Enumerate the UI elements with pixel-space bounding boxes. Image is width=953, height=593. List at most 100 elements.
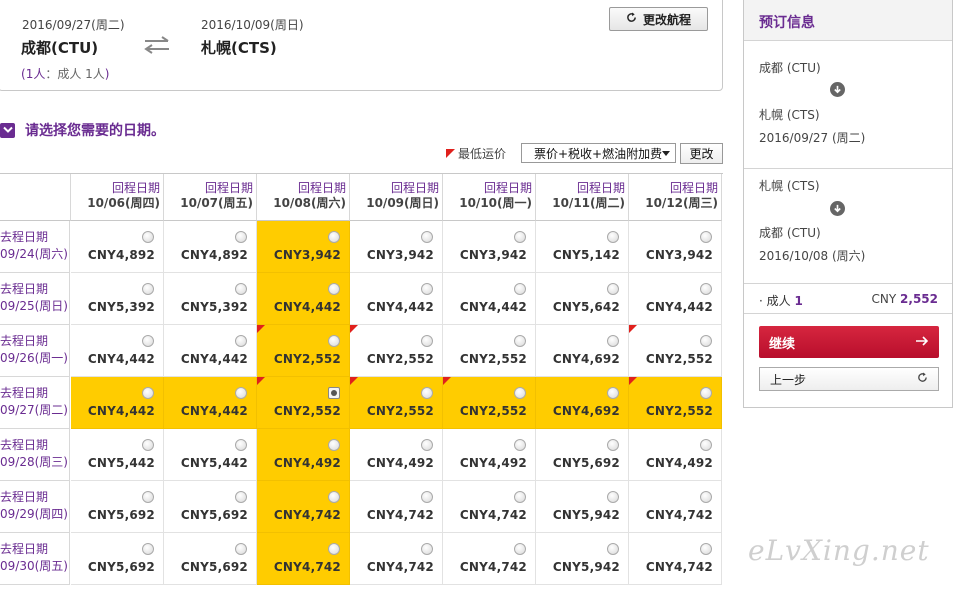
- fare-radio-button[interactable]: [142, 335, 154, 347]
- fare-cell[interactable]: CNY2,552: [350, 325, 443, 377]
- fare-radio-button[interactable]: [700, 543, 712, 555]
- fare-radio-button[interactable]: [421, 491, 433, 503]
- fare-radio-button[interactable]: [235, 283, 247, 295]
- fare-radio-button[interactable]: [607, 543, 619, 555]
- fare-cell[interactable]: CNY4,892: [71, 221, 164, 273]
- fare-radio-button[interactable]: [700, 283, 712, 295]
- fare-radio-button[interactable]: [700, 335, 712, 347]
- fare-radio-button[interactable]: [235, 231, 247, 243]
- fare-radio-button[interactable]: [700, 231, 712, 243]
- fare-cell[interactable]: CNY5,942: [536, 481, 629, 533]
- fare-radio-button[interactable]: [421, 439, 433, 451]
- fare-radio-button[interactable]: [514, 231, 526, 243]
- continue-button[interactable]: 继续: [759, 326, 939, 358]
- fare-type-select[interactable]: 票价+税收+燃油附加费: [521, 143, 676, 163]
- fare-radio-button[interactable]: [328, 283, 340, 295]
- fare-cell[interactable]: CNY5,442: [71, 429, 164, 481]
- fare-cell[interactable]: CNY2,552: [257, 377, 350, 429]
- fare-radio-button[interactable]: [421, 387, 433, 399]
- fare-radio-button[interactable]: [142, 231, 154, 243]
- fare-cell[interactable]: CNY4,742: [629, 533, 722, 585]
- fare-radio-button[interactable]: [142, 283, 154, 295]
- fare-cell[interactable]: CNY5,692: [536, 429, 629, 481]
- fare-cell[interactable]: CNY5,392: [71, 273, 164, 325]
- fare-cell[interactable]: CNY4,692: [536, 377, 629, 429]
- fare-cell[interactable]: CNY4,492: [257, 429, 350, 481]
- fare-cell[interactable]: CNY5,392: [164, 273, 257, 325]
- fare-cell[interactable]: CNY2,552: [629, 377, 722, 429]
- fare-cell[interactable]: CNY5,942: [536, 533, 629, 585]
- fare-radio-button[interactable]: [514, 387, 526, 399]
- fare-cell[interactable]: CNY5,692: [71, 481, 164, 533]
- fare-cell[interactable]: CNY4,442: [71, 377, 164, 429]
- fare-cell[interactable]: CNY4,442: [350, 273, 443, 325]
- fare-cell[interactable]: CNY4,742: [443, 533, 536, 585]
- fare-cell[interactable]: CNY4,442: [71, 325, 164, 377]
- fare-radio-button[interactable]: [235, 543, 247, 555]
- fare-cell[interactable]: CNY2,552: [257, 325, 350, 377]
- fare-cell[interactable]: CNY4,492: [443, 429, 536, 481]
- fare-radio-button[interactable]: [328, 387, 340, 399]
- fare-cell[interactable]: CNY4,442: [164, 377, 257, 429]
- fare-cell[interactable]: CNY3,942: [350, 221, 443, 273]
- change-route-button[interactable]: 更改航程: [609, 7, 708, 31]
- fare-radio-button[interactable]: [328, 491, 340, 503]
- fare-radio-button[interactable]: [235, 387, 247, 399]
- fare-radio-button[interactable]: [700, 439, 712, 451]
- fare-cell[interactable]: CNY4,742: [443, 481, 536, 533]
- fare-cell[interactable]: CNY4,442: [629, 273, 722, 325]
- fare-radio-button[interactable]: [421, 231, 433, 243]
- fare-radio-button[interactable]: [607, 387, 619, 399]
- fare-cell[interactable]: CNY3,942: [629, 221, 722, 273]
- fare-radio-button[interactable]: [328, 231, 340, 243]
- fare-radio-button[interactable]: [328, 335, 340, 347]
- fare-radio-button[interactable]: [514, 439, 526, 451]
- fare-radio-button[interactable]: [607, 283, 619, 295]
- fare-cell[interactable]: CNY2,552: [629, 325, 722, 377]
- fare-cell[interactable]: CNY4,742: [257, 481, 350, 533]
- fare-radio-button[interactable]: [607, 231, 619, 243]
- update-button[interactable]: 更改: [680, 143, 723, 164]
- fare-radio-button[interactable]: [421, 335, 433, 347]
- fare-cell[interactable]: CNY3,942: [257, 221, 350, 273]
- fare-cell[interactable]: CNY4,892: [164, 221, 257, 273]
- fare-cell[interactable]: CNY2,552: [443, 325, 536, 377]
- fare-cell[interactable]: CNY4,742: [629, 481, 722, 533]
- fare-radio-button[interactable]: [235, 335, 247, 347]
- fare-cell[interactable]: CNY5,142: [536, 221, 629, 273]
- fare-cell[interactable]: CNY5,692: [164, 481, 257, 533]
- fare-cell[interactable]: CNY4,742: [350, 533, 443, 585]
- fare-radio-button[interactable]: [142, 387, 154, 399]
- fare-cell[interactable]: CNY3,942: [443, 221, 536, 273]
- fare-cell[interactable]: CNY4,692: [536, 325, 629, 377]
- fare-cell[interactable]: CNY5,442: [164, 429, 257, 481]
- fare-cell[interactable]: CNY2,552: [350, 377, 443, 429]
- fare-cell[interactable]: CNY4,442: [443, 273, 536, 325]
- fare-radio-button[interactable]: [514, 283, 526, 295]
- fare-radio-button[interactable]: [328, 543, 340, 555]
- fare-radio-button[interactable]: [142, 491, 154, 503]
- fare-radio-button[interactable]: [607, 335, 619, 347]
- fare-cell[interactable]: CNY4,742: [257, 533, 350, 585]
- fare-radio-button[interactable]: [328, 439, 340, 451]
- fare-radio-button[interactable]: [700, 491, 712, 503]
- fare-radio-button[interactable]: [142, 543, 154, 555]
- fare-cell[interactable]: CNY4,442: [164, 325, 257, 377]
- fare-radio-button[interactable]: [421, 543, 433, 555]
- fare-radio-button[interactable]: [514, 543, 526, 555]
- fare-cell[interactable]: CNY4,742: [350, 481, 443, 533]
- fare-radio-button[interactable]: [514, 491, 526, 503]
- fare-radio-button[interactable]: [607, 491, 619, 503]
- fare-cell[interactable]: CNY5,692: [71, 533, 164, 585]
- fare-radio-button[interactable]: [235, 439, 247, 451]
- fare-cell[interactable]: CNY5,642: [536, 273, 629, 325]
- fare-cell[interactable]: CNY4,492: [350, 429, 443, 481]
- fare-radio-button[interactable]: [142, 439, 154, 451]
- fare-radio-button[interactable]: [514, 335, 526, 347]
- fare-radio-button[interactable]: [235, 491, 247, 503]
- fare-radio-button[interactable]: [700, 387, 712, 399]
- fare-radio-button[interactable]: [421, 283, 433, 295]
- fare-cell[interactable]: CNY4,442: [257, 273, 350, 325]
- previous-step-button[interactable]: 上一步: [759, 367, 939, 391]
- fare-cell[interactable]: CNY2,552: [443, 377, 536, 429]
